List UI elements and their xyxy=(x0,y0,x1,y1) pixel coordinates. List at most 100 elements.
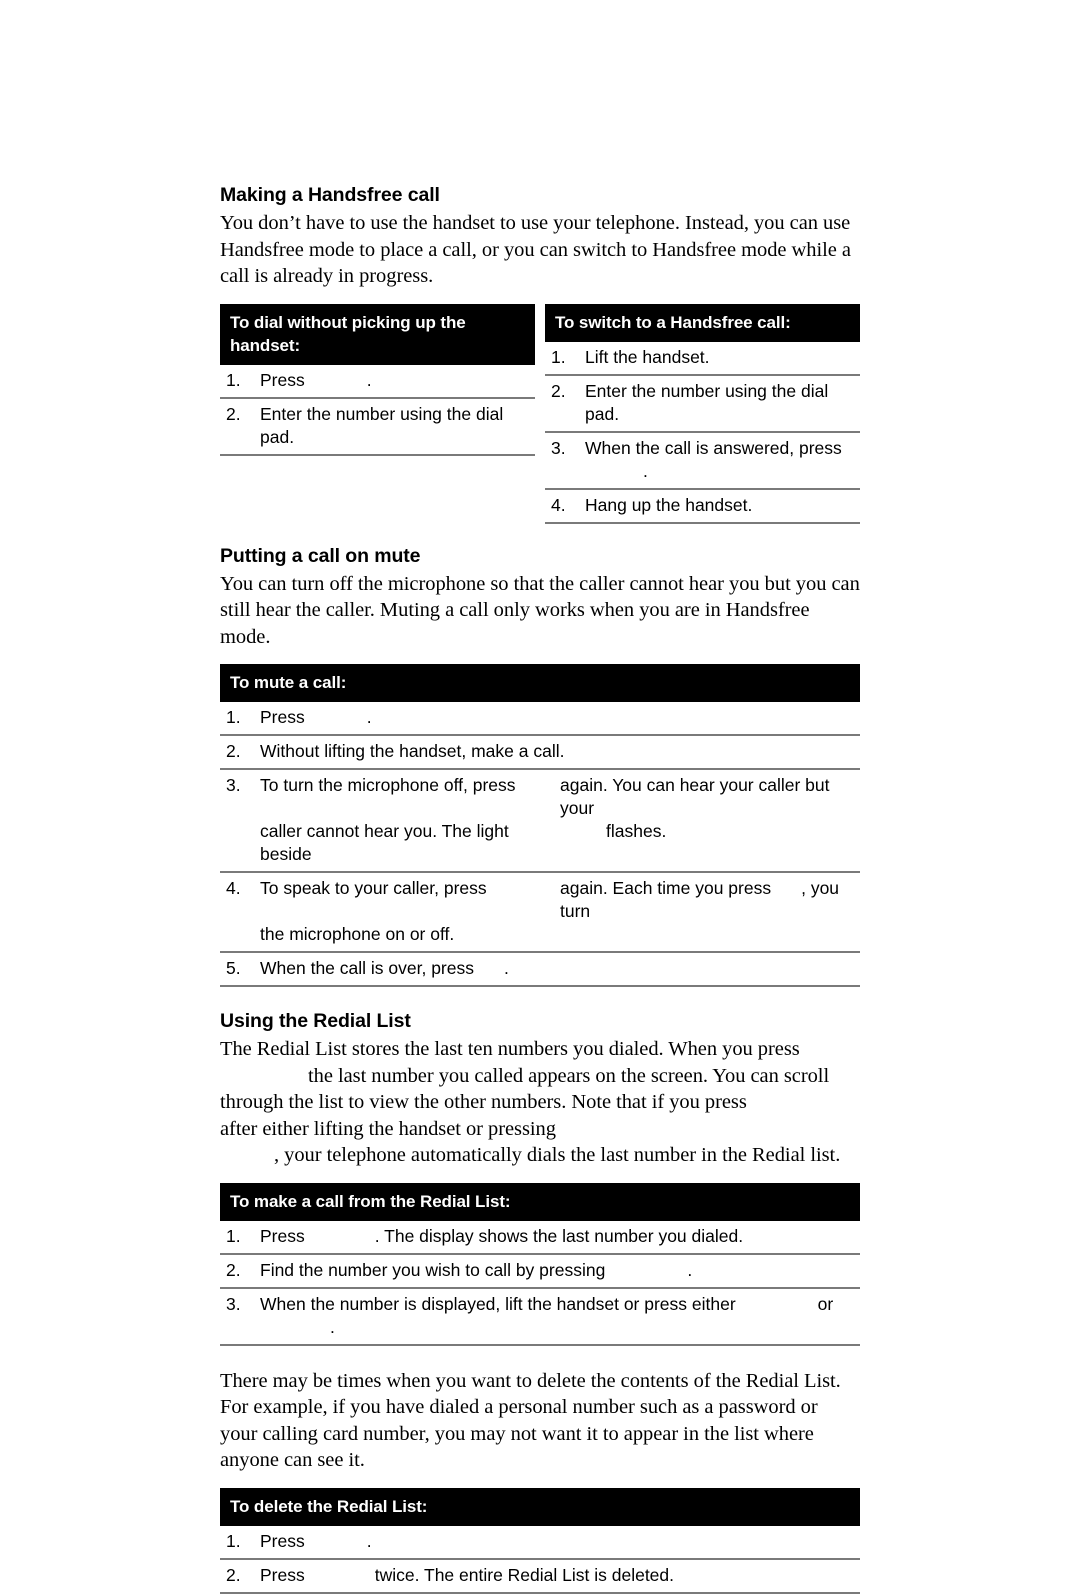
step-text: Lift the handset. xyxy=(585,341,860,376)
table-row: 1. Lift the handset. xyxy=(545,341,860,376)
step-number: 1. xyxy=(220,1525,260,1560)
paragraph-part-4: , your telephone automatically dials the… xyxy=(274,1144,841,1166)
step-text-post: . xyxy=(643,460,648,481)
step-text: Without lifting the handset, make a call… xyxy=(260,735,860,770)
step-line-right xyxy=(560,923,856,946)
table-delete-redial-list: To delete the Redial List: 1. Press. 2. … xyxy=(220,1487,860,1594)
table-header-label: To switch to a Handsfree call: xyxy=(545,303,860,342)
table-dial-without-handset: To dial without picking up the handset: … xyxy=(220,303,535,456)
page-content: Making a Handsfree call You don’t have t… xyxy=(220,183,860,1594)
heading-using-redial-list: Using the Redial List xyxy=(220,1010,411,1032)
step-text: Press. xyxy=(260,702,860,736)
step-number: 3. xyxy=(545,431,585,490)
step-number: 1. xyxy=(220,364,260,399)
handsfree-tables-group: To dial without picking up the handset: … xyxy=(220,303,860,524)
manual-page: Making a Handsfree call You don’t have t… xyxy=(0,0,1080,1594)
step-line-right-text: flashes. xyxy=(606,821,667,841)
step-text: Press . The display shows the last number… xyxy=(260,1220,860,1255)
table-row: 1. Press. xyxy=(220,364,535,399)
step-text-post: . xyxy=(366,369,372,390)
step-text: Enter the number using the dial pad. xyxy=(260,397,535,456)
step-text-pre: Press xyxy=(260,707,305,727)
step-line-left: the microphone on or off. xyxy=(260,924,455,944)
step-text: Press. xyxy=(260,1525,860,1560)
table-mute-a-call: To mute a call: 1. Press. 2. Without lif… xyxy=(220,664,860,987)
step-text-pre: Find the number you wish to call by pres… xyxy=(260,1259,606,1280)
table-row: 2. Without lifting the handset, make a c… xyxy=(220,735,860,770)
step-line-left: To speak to your caller, press xyxy=(260,878,487,898)
step-number: 2. xyxy=(545,374,585,433)
table-row: 2. Enter the number using the dial pad. xyxy=(220,397,535,456)
step-number: 4. xyxy=(220,872,260,953)
step-text: Find the number you wish to call by pres… xyxy=(260,1253,860,1289)
table-row: 1. Press. xyxy=(220,702,860,736)
step-text: Enter the number using the dial pad. xyxy=(585,374,860,433)
step-line-1: To turn the microphone off, press again.… xyxy=(260,774,856,820)
table-switch-to-handsfree-container: To switch to a Handsfree call: 1. Lift t… xyxy=(545,303,860,524)
step-line-2: the microphone on or off. xyxy=(260,923,856,946)
table-row: 4. Hang up the handset. xyxy=(545,488,860,524)
step-text: When the call is over, press. xyxy=(260,952,860,987)
table-row: 2. Find the number you wish to call by p… xyxy=(220,1253,860,1289)
step-number: 5. xyxy=(220,952,260,987)
table-dial-without-handset-container: To dial without picking up the handset: … xyxy=(220,303,535,524)
step-text: Press twice. The entire Redial List is de… xyxy=(260,1558,860,1594)
table-row: 5. When the call is over, press. xyxy=(220,952,860,987)
step-number: 2. xyxy=(220,735,260,770)
paragraph-part-1: The Redial List stores the last ten numb… xyxy=(220,1038,800,1060)
step-text: When the call is answered, press . xyxy=(585,431,860,490)
table-row: 2. Enter the number using the dial pad. xyxy=(545,374,860,433)
table-header-row: To delete the Redial List: xyxy=(220,1487,860,1526)
table-switch-to-handsfree: To switch to a Handsfree call: 1. Lift t… xyxy=(545,303,860,524)
step-line-1: To speak to your caller, press again. Ea… xyxy=(260,877,856,923)
table-header-label: To dial without picking up the handset: xyxy=(220,303,535,365)
step-text: To speak to your caller, press again. Ea… xyxy=(260,872,860,953)
paragraph-putting-call-on-mute: You can turn off the microphone so that … xyxy=(220,572,860,648)
step-line-2: caller cannot hear you. The light beside… xyxy=(260,820,856,866)
step-line-left: To turn the microphone off, press xyxy=(260,775,516,795)
table-delete-redial-list-container: To delete the Redial List: 1. Press. 2. … xyxy=(220,1487,860,1594)
step-text-post: . xyxy=(366,707,372,727)
step-text: Hang up the handset. xyxy=(585,488,860,524)
table-mute-a-call-container: To mute a call: 1. Press. 2. Without lif… xyxy=(220,664,860,987)
paragraph-making-handsfree-call: You don’t have to use the handset to use… xyxy=(220,212,851,287)
step-text-post: . xyxy=(330,1316,335,1337)
step-text-post: . xyxy=(366,1530,372,1551)
table-header-row: To switch to a Handsfree call: xyxy=(545,303,860,342)
table-row: 3. To turn the microphone off, press aga… xyxy=(220,769,860,873)
step-number: 4. xyxy=(545,488,585,524)
step-text-post: . The display shows the last number you … xyxy=(374,1225,744,1246)
step-number: 3. xyxy=(220,769,260,873)
table-row: 2. Press twice. The entire Redial List is… xyxy=(220,1558,860,1594)
step-text-pre: When the call is answered, press xyxy=(585,437,842,458)
table-header-row: To mute a call: xyxy=(220,664,860,702)
table-header-label: To delete the Redial List: xyxy=(220,1487,860,1526)
step-line-right: again. You can hear your caller but your xyxy=(560,775,830,818)
paragraph-part-3: after either lifting the handset or pres… xyxy=(220,1117,556,1140)
table-row: 1. Press. xyxy=(220,1525,860,1560)
step-text: To turn the microphone off, press again.… xyxy=(260,769,860,873)
step-number: 1. xyxy=(545,341,585,376)
step-number: 1. xyxy=(220,702,260,736)
paragraph-part-2: the last number you called appears on th… xyxy=(220,1064,830,1114)
step-text-pre: Press xyxy=(260,369,305,390)
step-number: 1. xyxy=(220,1220,260,1255)
paragraph-delete-redial-list-intro: There may be times when you want to dele… xyxy=(220,1369,841,1472)
step-line-left: caller cannot hear you. The light beside xyxy=(260,821,509,864)
heading-making-handsfree-call: Making a Handsfree call xyxy=(220,184,440,206)
table-header-label: To mute a call: xyxy=(220,664,860,702)
page-number: 7 xyxy=(848,1197,860,1220)
step-text-post: . xyxy=(503,958,509,978)
step-text-pre: When the number is displayed, lift the h… xyxy=(260,1293,736,1314)
step-text-mid: or xyxy=(817,1293,834,1314)
step-line-right: again. Each time you press, you turn xyxy=(560,877,856,923)
step-line-right-text: again. Each time you press xyxy=(560,878,772,898)
step-text: Press. xyxy=(260,364,535,399)
step-text-pre: Press xyxy=(260,1225,305,1246)
table-row: 1. Press . The display shows the last num… xyxy=(220,1220,860,1255)
table-header-row: To dial without picking up the handset: xyxy=(220,303,535,365)
step-number: 2. xyxy=(220,1558,260,1594)
step-text-post: twice. The entire Redial List is deleted… xyxy=(374,1564,675,1585)
step-line-right: flashes. xyxy=(560,820,856,866)
step-number: 2. xyxy=(220,397,260,456)
